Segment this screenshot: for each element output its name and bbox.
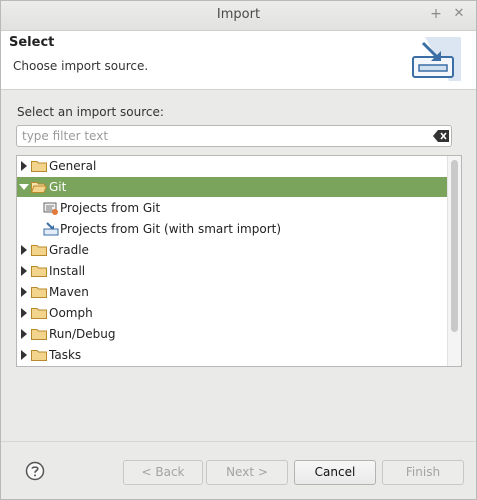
filter-input[interactable] bbox=[22, 128, 422, 144]
folder-icon bbox=[31, 308, 47, 319]
tree-item-label: Projects from Git bbox=[60, 201, 161, 215]
tree-scrollbar[interactable] bbox=[447, 156, 461, 366]
folder-icon bbox=[31, 329, 47, 340]
window-title: Import bbox=[216, 7, 261, 22]
tree-item-git[interactable]: Git bbox=[17, 177, 447, 197]
finish-button[interactable]: Finish bbox=[382, 460, 464, 485]
expand-arrow-icon[interactable] bbox=[21, 161, 27, 171]
folder-icon bbox=[31, 245, 47, 256]
tree-item-projects-from-git[interactable]: Projects from Git bbox=[17, 198, 447, 218]
git-projects-icon bbox=[43, 202, 58, 215]
tree-item-install[interactable]: Install bbox=[17, 261, 447, 281]
tree-item-label: Run/Debug bbox=[49, 327, 116, 341]
folder-icon bbox=[31, 350, 47, 361]
expand-arrow-icon[interactable] bbox=[21, 329, 27, 339]
folder-icon bbox=[31, 287, 47, 298]
open-folder-icon bbox=[31, 182, 47, 193]
tree-item-tasks[interactable]: Tasks bbox=[17, 345, 447, 365]
folder-icon bbox=[31, 266, 47, 277]
tree-item-label: Git bbox=[49, 180, 67, 194]
tree-item-label: Gradle bbox=[49, 243, 89, 257]
expand-arrow-icon[interactable] bbox=[21, 350, 27, 360]
close-button[interactable]: ✕ bbox=[450, 5, 468, 23]
tree-item-label: General bbox=[49, 159, 97, 173]
scrollbar-thumb[interactable] bbox=[451, 160, 458, 332]
title-bar: Import + ✕ bbox=[1, 1, 476, 31]
cancel-button[interactable]: Cancel bbox=[294, 460, 376, 485]
tree-item-label: Install bbox=[49, 264, 86, 278]
import-dialog: Import + ✕ Select Choose import source. … bbox=[0, 0, 477, 500]
back-button[interactable]: < Back bbox=[123, 460, 203, 485]
maximize-button[interactable]: + bbox=[427, 5, 445, 23]
collapse-arrow-icon[interactable] bbox=[19, 184, 29, 190]
page-description: Choose import source. bbox=[13, 59, 149, 73]
tree-item-run-debug[interactable]: Run/Debug bbox=[17, 324, 447, 344]
expand-arrow-icon[interactable] bbox=[21, 266, 27, 276]
tree-item-maven[interactable]: Maven bbox=[17, 282, 447, 302]
tree-item-label: Maven bbox=[49, 285, 89, 299]
smart-import-icon bbox=[43, 222, 59, 236]
expand-arrow-icon[interactable] bbox=[21, 308, 27, 318]
next-button[interactable]: Next > bbox=[206, 460, 288, 485]
tree-item-oomph[interactable]: Oomph bbox=[17, 303, 447, 323]
expand-arrow-icon[interactable] bbox=[21, 287, 27, 297]
footer-divider bbox=[1, 441, 476, 442]
filter-box bbox=[16, 125, 452, 147]
tree-item-label: Projects from Git (with smart import) bbox=[60, 222, 282, 236]
tree-item-projects-from-git-smart[interactable]: Projects from Git (with smart import) bbox=[17, 219, 447, 239]
tree-item-general[interactable]: General bbox=[17, 156, 447, 176]
folder-icon bbox=[31, 161, 47, 172]
tree-item-label: Tasks bbox=[49, 348, 82, 362]
expand-arrow-icon[interactable] bbox=[21, 245, 27, 255]
clear-icon[interactable] bbox=[433, 130, 449, 142]
page-title: Select bbox=[9, 35, 55, 50]
tree-item-label: Oomph bbox=[49, 306, 93, 320]
help-icon[interactable] bbox=[25, 461, 45, 481]
wizard-header: Select Choose import source. bbox=[1, 31, 476, 90]
import-wizard-icon bbox=[412, 37, 461, 81]
import-source-tree[interactable]: General Git Projects from Git Projects f… bbox=[16, 155, 462, 367]
tree-item-gradle[interactable]: Gradle bbox=[17, 240, 447, 260]
source-label: Select an import source: bbox=[17, 105, 164, 119]
